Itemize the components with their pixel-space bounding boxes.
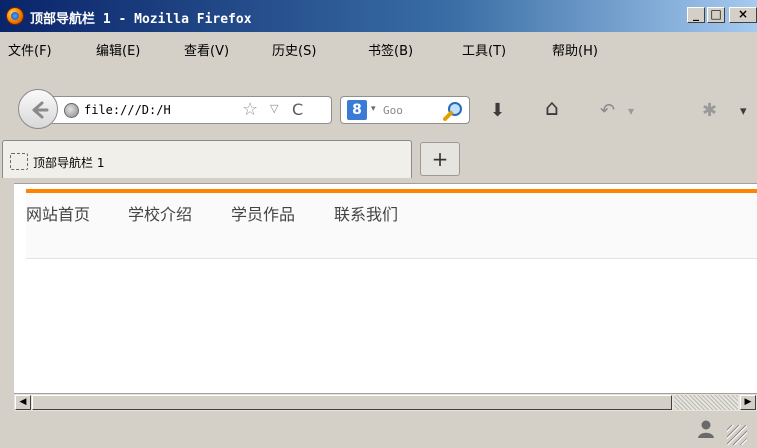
tab-label: 顶部导航栏 1	[33, 156, 105, 170]
url-history-dropdown-icon[interactable]: ▽	[270, 102, 278, 115]
search-engine-icon[interactable]: 8	[347, 100, 367, 120]
menu-help[interactable]: 帮助(H)	[552, 40, 598, 59]
tab-favicon-placeholder-icon	[10, 153, 28, 170]
menu-tools[interactable]: 工具(T)	[462, 40, 506, 59]
search-magnifier-icon[interactable]	[441, 100, 465, 122]
scroll-right-arrow[interactable]: ▶	[740, 395, 756, 410]
top-nav: 网站首页 学校介绍 学员作品 联系我们	[26, 193, 757, 259]
menu-history[interactable]: 历史(S)	[272, 40, 316, 59]
scroll-thumb[interactable]	[32, 395, 672, 410]
search-input[interactable]: Goo	[383, 104, 403, 117]
undo-icon[interactable]: ↶	[600, 100, 615, 121]
tab-active[interactable]: 顶部导航栏 1	[2, 140, 412, 178]
nav-link-about[interactable]: 学校介绍	[128, 201, 192, 225]
addon-icon[interactable]: ✱	[702, 100, 717, 121]
new-tab-button[interactable]: +	[420, 142, 460, 176]
site-identity-globe-icon[interactable]	[64, 103, 79, 118]
scroll-track[interactable]	[674, 395, 738, 410]
home-icon[interactable]: ⌂	[545, 96, 559, 121]
download-icon[interactable]: ⬇	[490, 100, 505, 121]
url-bar[interactable]: file:///D:/H ☆ ▽ C	[52, 96, 332, 124]
maximize-button[interactable]: □	[707, 7, 725, 23]
window-title: 顶部导航栏 1 - Mozilla Firefox	[30, 12, 252, 27]
menu-edit[interactable]: 编辑(E)	[96, 40, 140, 59]
minimize-button[interactable]: _	[687, 7, 705, 23]
menu-bar: 文件(F) 编辑(E) 查看(V) 历史(S) 书签(B) 工具(T) 帮助(H…	[0, 32, 757, 62]
navigation-toolbar: file:///D:/H ☆ ▽ C 8 ▾ Goo ⬇ ⌂ ↶ ▾ ✱ ▾	[0, 62, 757, 134]
nav-link-home[interactable]: 网站首页	[26, 201, 90, 225]
addon-caret-icon[interactable]: ▾	[740, 104, 747, 119]
nav-link-contact[interactable]: 联系我们	[334, 201, 398, 225]
bookmark-star-icon[interactable]: ☆	[242, 99, 258, 120]
back-arrow-icon	[32, 101, 49, 119]
firefox-logo-icon	[6, 7, 24, 25]
tab-strip: 顶部导航栏 1 +	[0, 134, 757, 184]
close-button[interactable]: ×	[729, 7, 757, 23]
nav-link-works[interactable]: 学员作品	[231, 201, 295, 225]
status-bar	[0, 411, 757, 448]
persona-icon[interactable]	[697, 419, 715, 439]
search-bar[interactable]: 8 ▾ Goo	[340, 96, 470, 124]
url-text[interactable]: file:///D:/H	[84, 103, 171, 117]
reload-icon[interactable]: C	[292, 100, 303, 119]
resize-grip-icon[interactable]	[727, 425, 747, 445]
window-titlebar: 顶部导航栏 1 - Mozilla Firefox _ □ ×	[0, 0, 757, 32]
scroll-left-arrow[interactable]: ◀	[15, 395, 31, 410]
search-engine-caret-icon[interactable]: ▾	[371, 104, 376, 114]
horizontal-scrollbar[interactable]: ◀ ▶	[14, 393, 757, 411]
menu-bookmarks[interactable]: 书签(B)	[368, 40, 413, 59]
page-viewport: 网站首页 学校介绍 学员作品 联系我们	[14, 183, 757, 393]
back-button[interactable]	[18, 89, 58, 129]
menu-view[interactable]: 查看(V)	[184, 40, 229, 59]
undo-caret-icon[interactable]: ▾	[628, 104, 634, 118]
menu-file[interactable]: 文件(F)	[8, 40, 52, 59]
